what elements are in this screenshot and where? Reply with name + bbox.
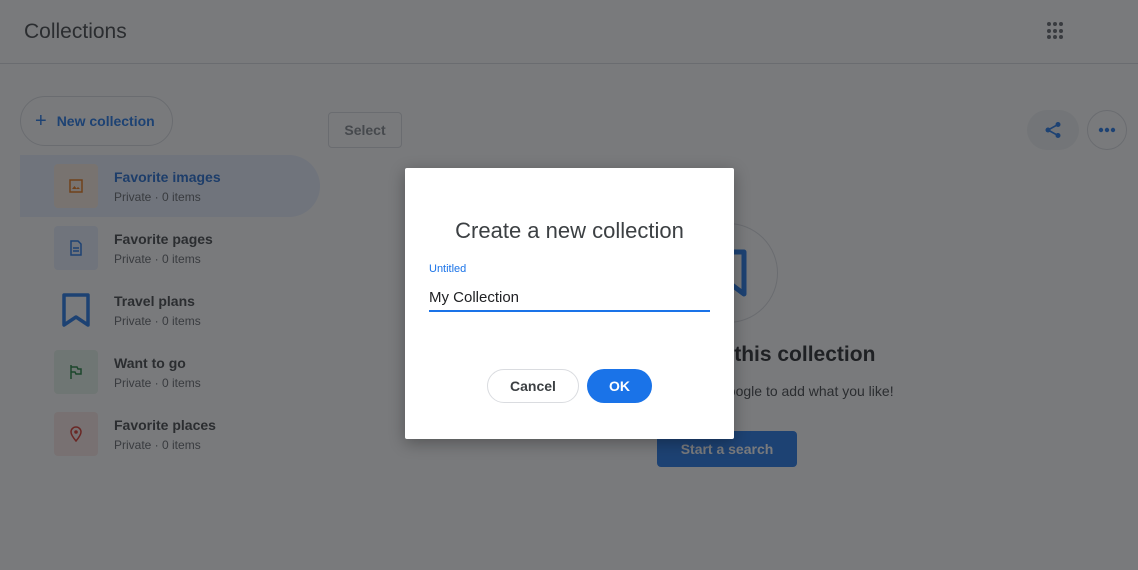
cancel-button[interactable]: Cancel: [487, 369, 579, 403]
collection-name-label: Untitled: [429, 263, 467, 275]
create-collection-dialog: Create a new collection Untitled Cancel …: [405, 168, 734, 439]
dialog-title: Create a new collection: [455, 218, 684, 243]
ok-button[interactable]: OK: [587, 369, 652, 403]
collection-name-input[interactable]: [429, 284, 710, 312]
